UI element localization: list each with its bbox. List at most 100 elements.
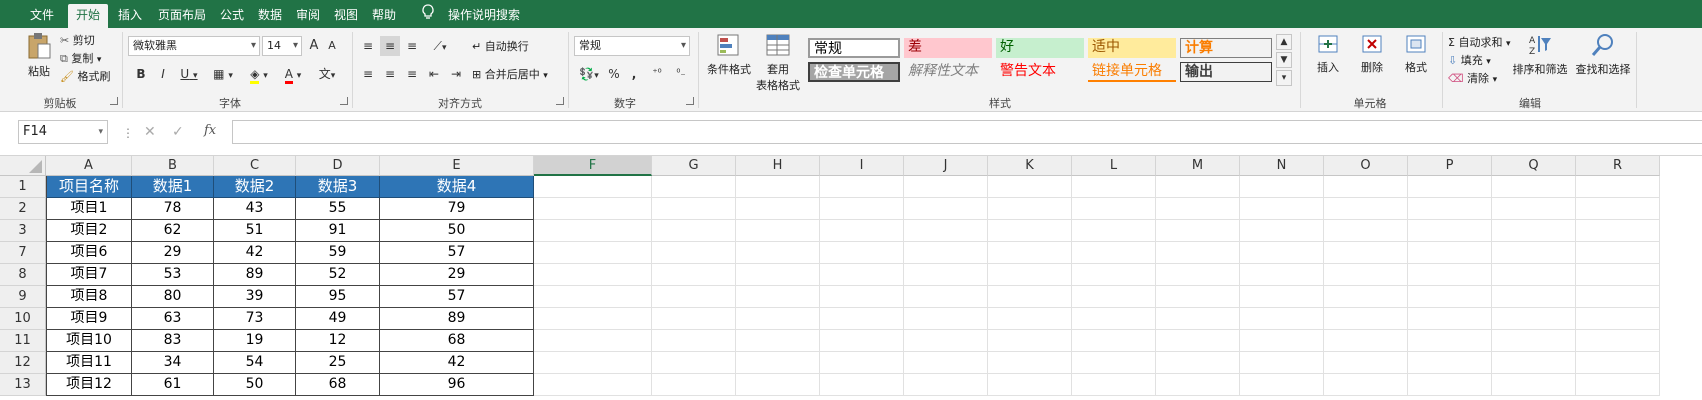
empty-cell[interactable] bbox=[652, 330, 736, 352]
empty-cell[interactable] bbox=[534, 220, 652, 242]
table-data-cell[interactable]: 项目8 bbox=[46, 286, 132, 308]
empty-cell[interactable] bbox=[652, 264, 736, 286]
row-header-8[interactable]: 8 bbox=[0, 264, 46, 286]
tab-home[interactable]: 开始 bbox=[68, 4, 108, 28]
decrease-indent-icon[interactable]: ⇤ bbox=[424, 64, 444, 84]
more-styles-icon[interactable]: ▾ bbox=[1276, 70, 1292, 86]
column-header-I[interactable]: I bbox=[820, 156, 904, 176]
table-header-cell[interactable]: 数据4 bbox=[380, 176, 534, 198]
cut-button[interactable]: ✂ 剪切 bbox=[60, 32, 95, 48]
empty-cell[interactable] bbox=[820, 176, 904, 198]
comma-button[interactable]: , bbox=[626, 64, 642, 84]
phonetic-button[interactable]: 文▾ bbox=[314, 64, 340, 84]
row-header-10[interactable]: 10 bbox=[0, 308, 46, 330]
empty-cell[interactable] bbox=[1576, 198, 1660, 220]
tab-view[interactable]: 视图 bbox=[328, 4, 364, 26]
table-header-cell[interactable]: 数据1 bbox=[132, 176, 214, 198]
empty-cell[interactable] bbox=[652, 308, 736, 330]
table-data-cell[interactable]: 42 bbox=[214, 242, 296, 264]
empty-cell[interactable] bbox=[1324, 308, 1408, 330]
empty-cell[interactable] bbox=[988, 330, 1072, 352]
clear-button[interactable]: ⌫ 清除 ▾ bbox=[1448, 70, 1497, 86]
empty-cell[interactable] bbox=[988, 198, 1072, 220]
empty-cell[interactable] bbox=[1576, 220, 1660, 242]
table-data-cell[interactable]: 79 bbox=[380, 198, 534, 220]
tab-file[interactable]: 文件 bbox=[18, 4, 66, 26]
empty-cell[interactable] bbox=[736, 374, 820, 396]
empty-cell[interactable] bbox=[988, 176, 1072, 198]
table-data-cell[interactable]: 96 bbox=[380, 374, 534, 396]
table-data-cell[interactable]: 55 bbox=[296, 198, 380, 220]
empty-cell[interactable] bbox=[1576, 286, 1660, 308]
table-data-cell[interactable]: 78 bbox=[132, 198, 214, 220]
shrink-font-button[interactable]: A bbox=[324, 36, 340, 56]
tell-me-search[interactable]: 操作说明搜索 bbox=[442, 4, 526, 26]
table-data-cell[interactable]: 61 bbox=[132, 374, 214, 396]
increase-decimal-icon[interactable]: ⁺⁰ bbox=[646, 64, 668, 84]
empty-cell[interactable] bbox=[534, 330, 652, 352]
align-top-icon[interactable]: ≡ bbox=[358, 36, 378, 56]
empty-cell[interactable] bbox=[820, 352, 904, 374]
empty-cell[interactable] bbox=[1324, 220, 1408, 242]
table-data-cell[interactable]: 63 bbox=[132, 308, 214, 330]
empty-cell[interactable] bbox=[1408, 330, 1492, 352]
clipboard-launcher-icon[interactable] bbox=[110, 97, 118, 105]
table-header-cell[interactable]: 项目名称 bbox=[46, 176, 132, 198]
font-launcher-icon[interactable] bbox=[340, 97, 348, 105]
empty-cell[interactable] bbox=[1156, 308, 1240, 330]
empty-cell[interactable] bbox=[534, 264, 652, 286]
tab-insert[interactable]: 插入 bbox=[110, 4, 150, 26]
insert-cells-button[interactable]: 插入 bbox=[1308, 32, 1348, 75]
column-header-K[interactable]: K bbox=[988, 156, 1072, 176]
tab-formulas[interactable]: 公式 bbox=[214, 4, 250, 26]
empty-cell[interactable] bbox=[988, 220, 1072, 242]
style-linked-cell[interactable]: 链接单元格 bbox=[1088, 62, 1176, 82]
empty-cell[interactable] bbox=[1492, 198, 1576, 220]
underline-button[interactable]: U ▾ bbox=[176, 64, 202, 84]
empty-cell[interactable] bbox=[534, 198, 652, 220]
empty-cell[interactable] bbox=[1240, 264, 1324, 286]
empty-cell[interactable] bbox=[1408, 374, 1492, 396]
empty-cell[interactable] bbox=[1324, 242, 1408, 264]
empty-cell[interactable] bbox=[988, 264, 1072, 286]
table-data-cell[interactable]: 34 bbox=[132, 352, 214, 374]
enter-icon[interactable]: ✓ bbox=[172, 124, 184, 140]
column-header-F[interactable]: F bbox=[534, 156, 652, 176]
table-data-cell[interactable]: 项目2 bbox=[46, 220, 132, 242]
table-data-cell[interactable]: 73 bbox=[214, 308, 296, 330]
empty-cell[interactable] bbox=[820, 330, 904, 352]
table-data-cell[interactable]: 49 bbox=[296, 308, 380, 330]
row-header-3[interactable]: 3 bbox=[0, 220, 46, 242]
align-bottom-icon[interactable]: ≡ bbox=[402, 36, 422, 56]
table-header-cell[interactable]: 数据3 bbox=[296, 176, 380, 198]
empty-cell[interactable] bbox=[736, 330, 820, 352]
column-header-G[interactable]: G bbox=[652, 156, 736, 176]
empty-cell[interactable] bbox=[904, 330, 988, 352]
empty-cell[interactable] bbox=[1240, 176, 1324, 198]
empty-cell[interactable] bbox=[1576, 176, 1660, 198]
table-data-cell[interactable]: 91 bbox=[296, 220, 380, 242]
empty-cell[interactable] bbox=[1492, 176, 1576, 198]
name-box[interactable]: F14 ▾ bbox=[18, 120, 108, 144]
row-header-9[interactable]: 9 bbox=[0, 286, 46, 308]
table-data-cell[interactable]: 12 bbox=[296, 330, 380, 352]
conditional-format-button[interactable]: 条件格式 bbox=[704, 32, 754, 77]
empty-cell[interactable] bbox=[904, 264, 988, 286]
style-explanatory[interactable]: 解释性文本 bbox=[904, 62, 992, 82]
empty-cell[interactable] bbox=[1492, 352, 1576, 374]
number-format-combo[interactable]: 常规 ▾ bbox=[574, 36, 690, 56]
table-data-cell[interactable]: 项目6 bbox=[46, 242, 132, 264]
tab-page-layout[interactable]: 页面布局 bbox=[152, 4, 212, 26]
table-data-cell[interactable]: 68 bbox=[296, 374, 380, 396]
fill-button[interactable]: ⇩ 填充 ▾ bbox=[1448, 52, 1491, 68]
font-name-combo[interactable]: 微软雅黑 ▾ bbox=[128, 36, 260, 56]
table-data-cell[interactable]: 89 bbox=[380, 308, 534, 330]
increase-indent-icon[interactable]: ⇥ bbox=[446, 64, 466, 84]
column-header-R[interactable]: R bbox=[1576, 156, 1660, 176]
empty-cell[interactable] bbox=[652, 242, 736, 264]
empty-cell[interactable] bbox=[1156, 352, 1240, 374]
empty-cell[interactable] bbox=[1072, 308, 1156, 330]
table-data-cell[interactable]: 项目12 bbox=[46, 374, 132, 396]
empty-cell[interactable] bbox=[988, 308, 1072, 330]
empty-cell[interactable] bbox=[534, 374, 652, 396]
